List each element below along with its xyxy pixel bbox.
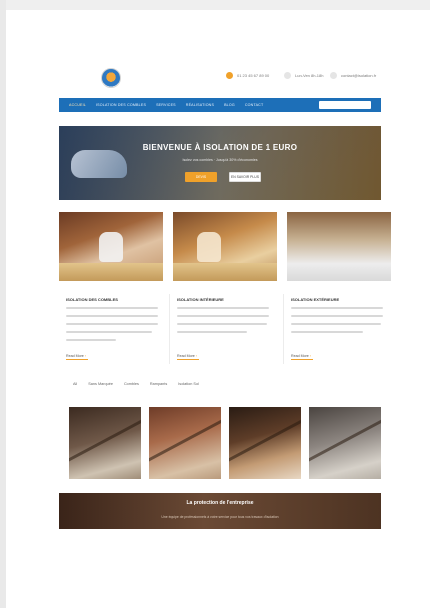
filter-all[interactable]: All	[73, 382, 77, 386]
header-contact-hours[interactable]: Lun-Ven 8h-18h	[284, 72, 323, 79]
site-logo[interactable]	[101, 68, 121, 88]
hero-primary-button[interactable]: DEVIS	[185, 172, 217, 182]
insulation-roll	[59, 263, 163, 281]
hero-secondary-button[interactable]: EN SAVOIR PLUS	[229, 172, 261, 182]
service-text-line	[291, 315, 383, 317]
viewer-top-edge	[0, 0, 430, 10]
service-title: ISOLATION DES COMBLES	[66, 297, 118, 302]
worker-figure	[197, 232, 221, 262]
company-banner: La protection de l'entreprise Une équipe…	[59, 493, 381, 529]
nav-item-realisations[interactable]: RÉALISATIONS	[186, 103, 214, 107]
hero-banner: BIENVENUE À ISOLATION DE 1 EURO Isolez v…	[59, 126, 381, 200]
mail-icon	[330, 72, 337, 79]
filter-rampants[interactable]: Rampants	[150, 382, 167, 386]
service-text-line	[66, 315, 158, 317]
nav-item-contact[interactable]: CONTACT	[245, 103, 264, 107]
service-text-line	[291, 307, 383, 309]
insulation-roll	[173, 263, 277, 281]
service-image-exterieure[interactable]	[287, 212, 391, 281]
service-divider	[283, 294, 284, 364]
service-read-more-link[interactable]: Read More ›	[66, 354, 86, 358]
arrow-icon: ›	[84, 354, 86, 358]
roof-beam	[309, 413, 381, 464]
header-contact-mail[interactable]: contact@isolation.fr	[330, 72, 376, 79]
filter-sans-marquee[interactable]: Sans Marquée	[88, 382, 113, 386]
hero-subtitle: Isolez vos combles · Jusqu'à 30% d'écono…	[182, 158, 258, 162]
header-contact-text: Lun-Ven 8h-18h	[295, 73, 324, 78]
nav-item-combles[interactable]: ISOLATION DES COMBLES	[96, 103, 146, 107]
banner-subtitle: Une équipe de professionnels à votre ser…	[161, 515, 279, 519]
service-text-line	[291, 323, 381, 325]
service-text-line	[66, 339, 116, 341]
arrow-icon: ›	[195, 354, 197, 358]
service-text-line	[66, 323, 158, 325]
roof-beam	[149, 413, 221, 464]
service-text-line	[291, 331, 363, 333]
service-text-line	[66, 307, 158, 309]
phone-icon	[226, 72, 233, 79]
search-input[interactable]	[319, 101, 371, 109]
read-more-label: Read More	[291, 354, 309, 358]
service-text-line	[66, 331, 152, 333]
service-text-line	[177, 315, 269, 317]
clock-icon	[284, 72, 291, 79]
read-more-underline	[291, 359, 313, 360]
header-contact-phone[interactable]: 01 23 45 67 89 00	[226, 72, 269, 79]
service-title: ISOLATION INTÉRIEURE	[177, 297, 224, 302]
viewer-left-edge	[0, 0, 6, 608]
main-nav: ACCUEIL ISOLATION DES COMBLES SERVICES R…	[59, 98, 381, 112]
filter-combles[interactable]: Combles	[124, 382, 139, 386]
service-text-line	[177, 331, 247, 333]
read-more-underline	[177, 359, 199, 360]
hero-title: BIENVENUE À ISOLATION DE 1 EURO	[142, 143, 298, 152]
service-image-combles[interactable]	[59, 212, 163, 281]
service-read-more-link[interactable]: Read More ›	[291, 354, 311, 358]
filter-isolation-sol[interactable]: Isolation Sol	[178, 382, 199, 386]
roof-beam	[69, 413, 141, 464]
banner-title: La protection de l'entreprise	[186, 500, 254, 506]
service-text-line	[177, 323, 267, 325]
worker-figure	[99, 232, 123, 262]
arrow-icon: ›	[309, 354, 311, 358]
read-more-label: Read More	[66, 354, 84, 358]
header-contact-text: 01 23 45 67 89 00	[237, 73, 270, 78]
read-more-underline	[66, 359, 88, 360]
nav-item-accueil[interactable]: ACCUEIL	[69, 103, 86, 107]
hero-worker-image	[71, 150, 127, 178]
page-preview: 01 23 45 67 89 00 Lun-Ven 8h-18h contact…	[36, 36, 412, 580]
service-image-interieure[interactable]	[173, 212, 277, 281]
service-title: ISOLATION EXTÉRIEURE	[291, 297, 340, 302]
gallery-image[interactable]	[309, 407, 381, 479]
header-contact-text: contact@isolation.fr	[341, 73, 377, 78]
read-more-label: Read More	[177, 354, 195, 358]
service-divider	[169, 294, 170, 364]
service-text-line	[177, 307, 269, 309]
service-read-more-link[interactable]: Read More ›	[177, 354, 197, 358]
gallery-image[interactable]	[149, 407, 221, 479]
nav-item-blog[interactable]: BLOG	[224, 103, 235, 107]
gallery-image[interactable]	[229, 407, 301, 479]
gallery-filter-bar: All Sans Marquée Combles Rampants Isolat…	[73, 382, 199, 386]
roof-beam	[229, 413, 301, 464]
nav-item-services[interactable]: SERVICES	[156, 103, 176, 107]
gallery-image[interactable]	[69, 407, 141, 479]
